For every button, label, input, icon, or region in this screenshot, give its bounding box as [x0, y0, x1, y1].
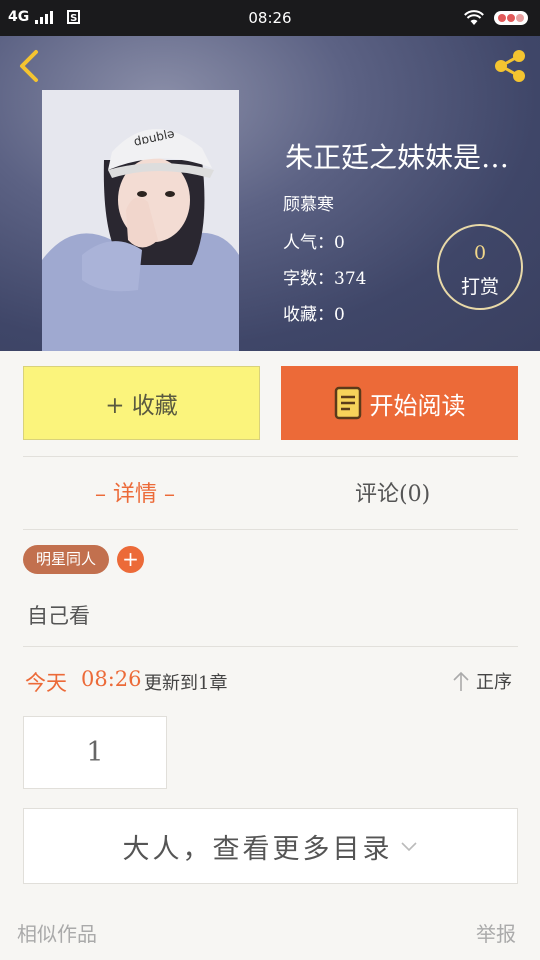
- status-time: 08:26: [248, 9, 292, 27]
- more-catalog-label: 大人，查看更多目录: [122, 833, 393, 865]
- book-favorites: 收藏：0: [283, 305, 345, 325]
- chevron-down-icon: [400, 842, 417, 852]
- chevron-left-icon: [20, 50, 38, 82]
- status-bar: 4G S 08:26: [0, 0, 540, 36]
- cover-illustration: dɒublə: [42, 90, 239, 351]
- sort-order-button[interactable]: 正序: [452, 668, 512, 694]
- book-author[interactable]: 顾慕寒: [283, 190, 334, 215]
- start-reading-label: 开始阅读: [369, 391, 466, 420]
- more-catalog-button[interactable]: 大人，查看更多目录: [23, 808, 518, 884]
- book-icon: [334, 386, 361, 420]
- tab-comments[interactable]: 评论(0): [355, 476, 430, 508]
- sort-order-label: 正序: [476, 672, 512, 693]
- book-header: dɒublə 朱正廷之妹妹是… 顾慕寒 人气：0 字数：374 收藏：0 0 打…: [0, 36, 540, 351]
- divider: [23, 646, 518, 647]
- share-button[interactable]: [490, 46, 530, 86]
- similar-works-link[interactable]: 相似作品: [17, 918, 97, 947]
- reward-count: 0: [473, 242, 487, 264]
- update-time: 08:26: [81, 667, 142, 691]
- book-cover-image[interactable]: dɒublə: [42, 90, 239, 351]
- update-text: 更新到1章: [144, 673, 228, 694]
- add-tag-button[interactable]: +: [117, 546, 144, 573]
- back-button[interactable]: [14, 46, 48, 86]
- tab-detail[interactable]: – 详情 –: [95, 476, 175, 508]
- book-popularity: 人气：0: [283, 233, 345, 253]
- share-icon: [495, 50, 525, 82]
- start-reading-button[interactable]: 开始阅读: [281, 366, 518, 440]
- battery-icon: [494, 11, 528, 25]
- divider: [23, 529, 518, 530]
- arrow-up-icon: [453, 671, 469, 691]
- reward-button[interactable]: 0 打赏: [437, 224, 523, 310]
- update-day: 今天: [25, 671, 67, 695]
- collect-button[interactable]: + 收藏: [23, 366, 260, 440]
- category-tag[interactable]: 明星同人: [23, 545, 109, 574]
- status-right: [464, 10, 528, 26]
- book-word-count: 字数：374: [283, 269, 367, 289]
- reward-label: 打赏: [460, 276, 499, 298]
- book-description: 自己看: [27, 604, 90, 628]
- collect-label: + 收藏: [105, 393, 178, 419]
- report-link[interactable]: 举报: [476, 918, 516, 947]
- book-title: 朱正廷之妹妹是…: [285, 141, 510, 174]
- divider: [23, 456, 518, 457]
- wifi-icon: [464, 10, 484, 25]
- chapter-item[interactable]: 1: [23, 716, 167, 789]
